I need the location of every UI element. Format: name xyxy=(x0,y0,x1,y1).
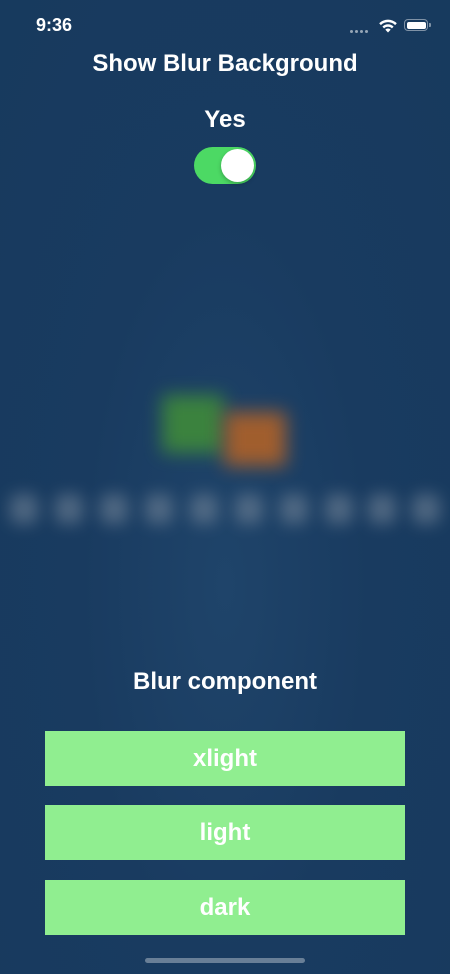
blurred-orange-square xyxy=(224,412,286,466)
app-screen: 9:36 Show Blur Background Yes Blur compo… xyxy=(0,0,450,974)
status-time: 9:36 xyxy=(36,15,73,35)
light-button[interactable]: light xyxy=(45,805,405,860)
xlight-button[interactable]: xlight xyxy=(45,731,405,786)
blurred-green-square xyxy=(162,395,224,453)
blur-component-heading: Blur component xyxy=(133,668,317,695)
dark-button[interactable]: dark xyxy=(45,880,405,935)
blurred-text-row xyxy=(0,482,450,542)
battery-icon xyxy=(404,19,431,31)
home-indicator xyxy=(145,958,305,963)
wifi-icon xyxy=(379,19,397,33)
status-bar: 9:36 xyxy=(0,0,450,54)
page-title: Show Blur Background xyxy=(92,50,358,77)
cellular-signal-icon xyxy=(350,27,372,33)
toggle-knob xyxy=(221,149,254,182)
toggle-state-label: Yes xyxy=(204,106,246,133)
blur-background-toggle[interactable] xyxy=(194,147,256,184)
